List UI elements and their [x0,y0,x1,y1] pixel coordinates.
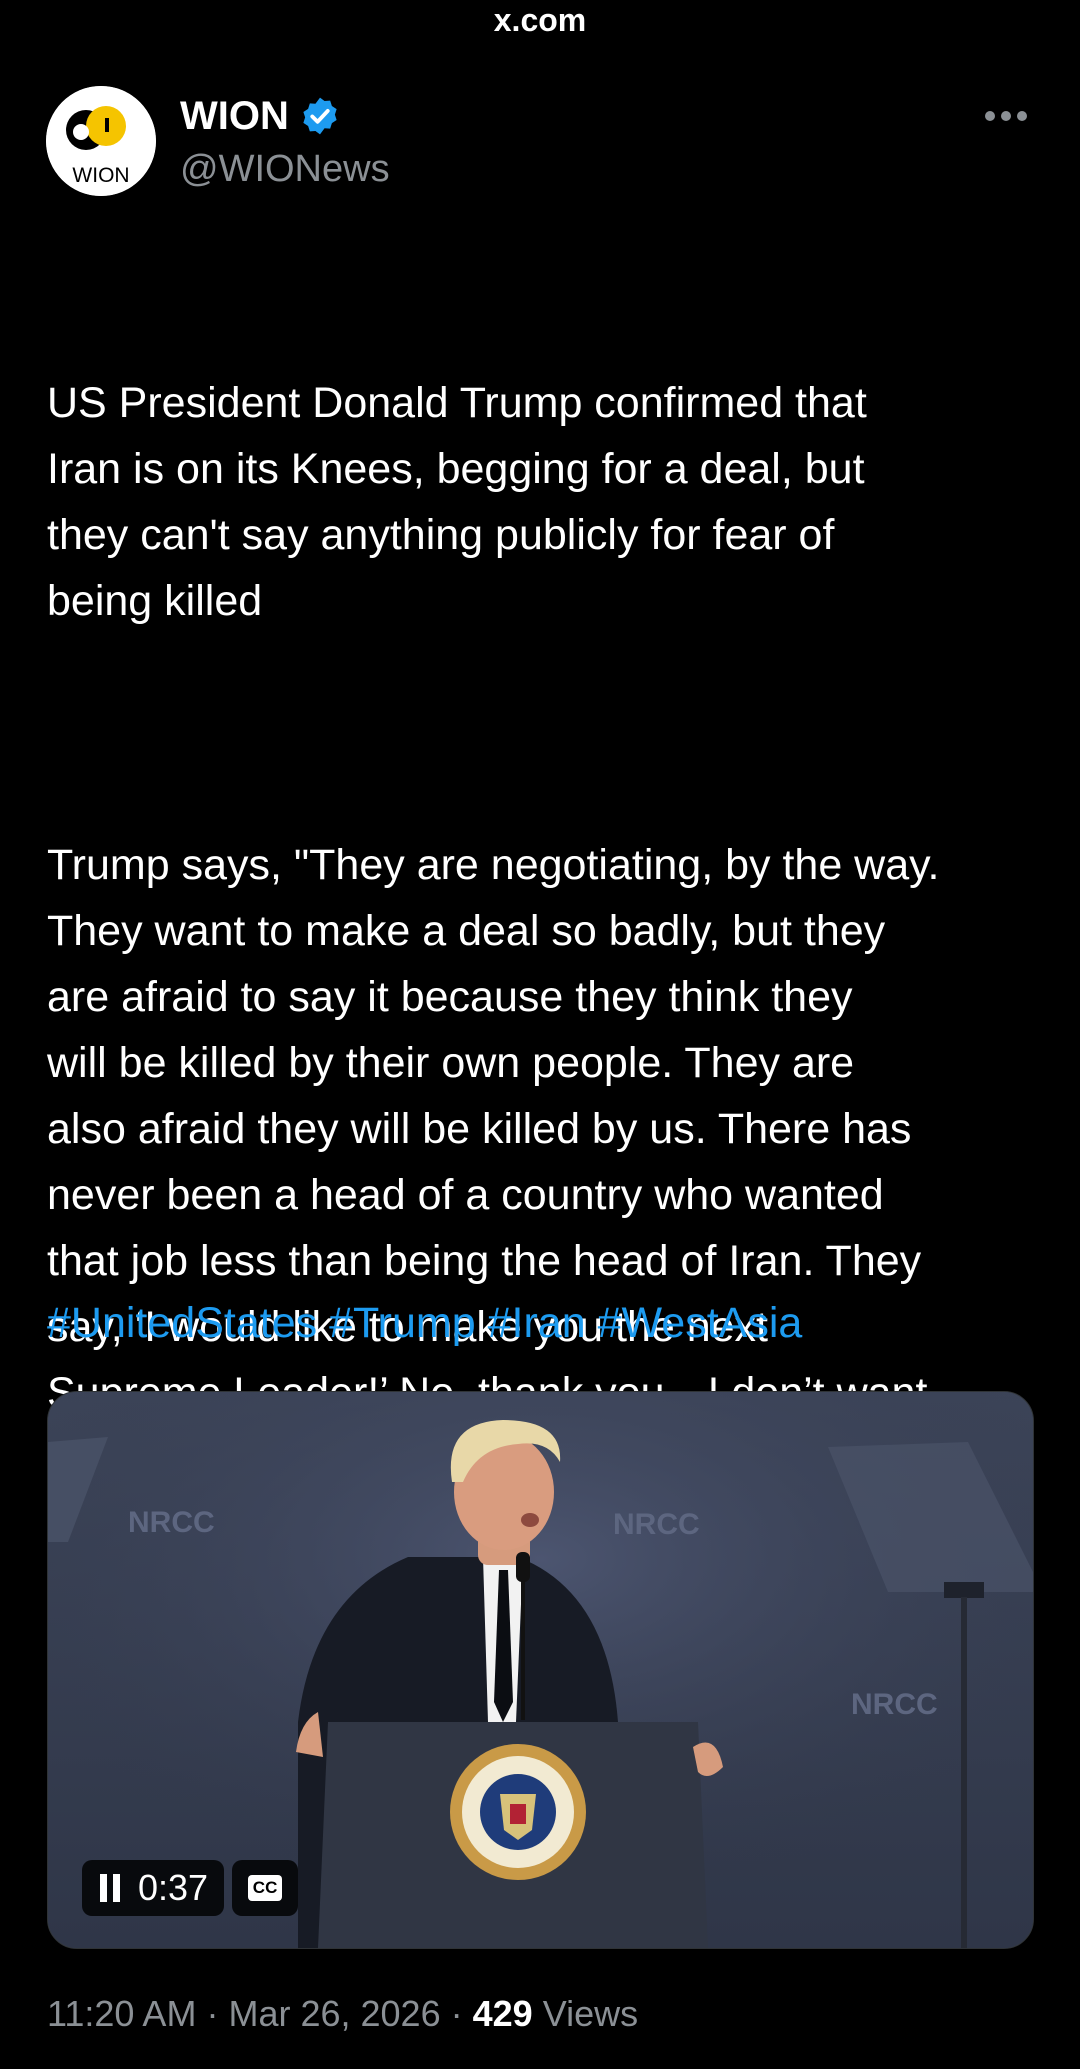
backdrop-logo-text: NRCC [851,1688,938,1721]
url-bar[interactable]: x.com [0,0,1080,44]
video-controls: 0:37 CC [82,1860,299,1916]
display-name[interactable]: WION [180,92,289,140]
meta-separator: · [206,1993,219,2034]
avatar-logo-text: WION [72,164,129,187]
tweet-meta: 11:20 AM · Mar 26, 2026 · 429 Views [47,1990,638,2038]
playback-pill[interactable]: 0:37 [82,1860,225,1916]
more-options-icon[interactable] [984,106,1028,126]
tweet-text: US President Donald Trump confirmed that… [47,238,1047,1558]
handle[interactable]: @WIONews [180,146,390,192]
tweet-time[interactable]: 11:20 AM [47,1993,196,2034]
backdrop-logo-text: NRCC [613,1508,700,1541]
tweet-date[interactable]: Mar 26, 2026 [228,1993,440,2034]
avatar[interactable]: WION [46,86,156,196]
hashtag-trump[interactable]: #Trump [329,1299,476,1347]
closed-captions-icon: CC [248,1875,283,1901]
name-row: WION [180,92,341,140]
video-player[interactable]: NRCC NRCC NRCC 0:37 CC [47,1391,1034,1949]
hashtag-row: #UnitedStates #Trump #Iran #WestAsia [47,1290,802,1356]
views-label: Views [542,1993,639,2034]
tweet-header: WION WION @WIONews [46,86,1036,202]
tweet-paragraph: US President Donald Trump confirmed that… [47,379,867,625]
verified-badge-icon [303,97,337,135]
hashtag-iran[interactable]: #Iran [488,1299,586,1347]
hashtag-unitedstates[interactable]: #UnitedStates [47,1299,317,1347]
backdrop-logo-text: NRCC [128,1506,215,1539]
elapsed-time: 0:37 [138,1867,209,1908]
hashtag-westasia[interactable]: #WestAsia [598,1299,803,1347]
captions-button[interactable]: CC [232,1860,299,1916]
views-count: 429 [472,1993,533,2034]
pause-icon[interactable] [100,1874,122,1902]
meta-separator: · [450,1993,463,2034]
